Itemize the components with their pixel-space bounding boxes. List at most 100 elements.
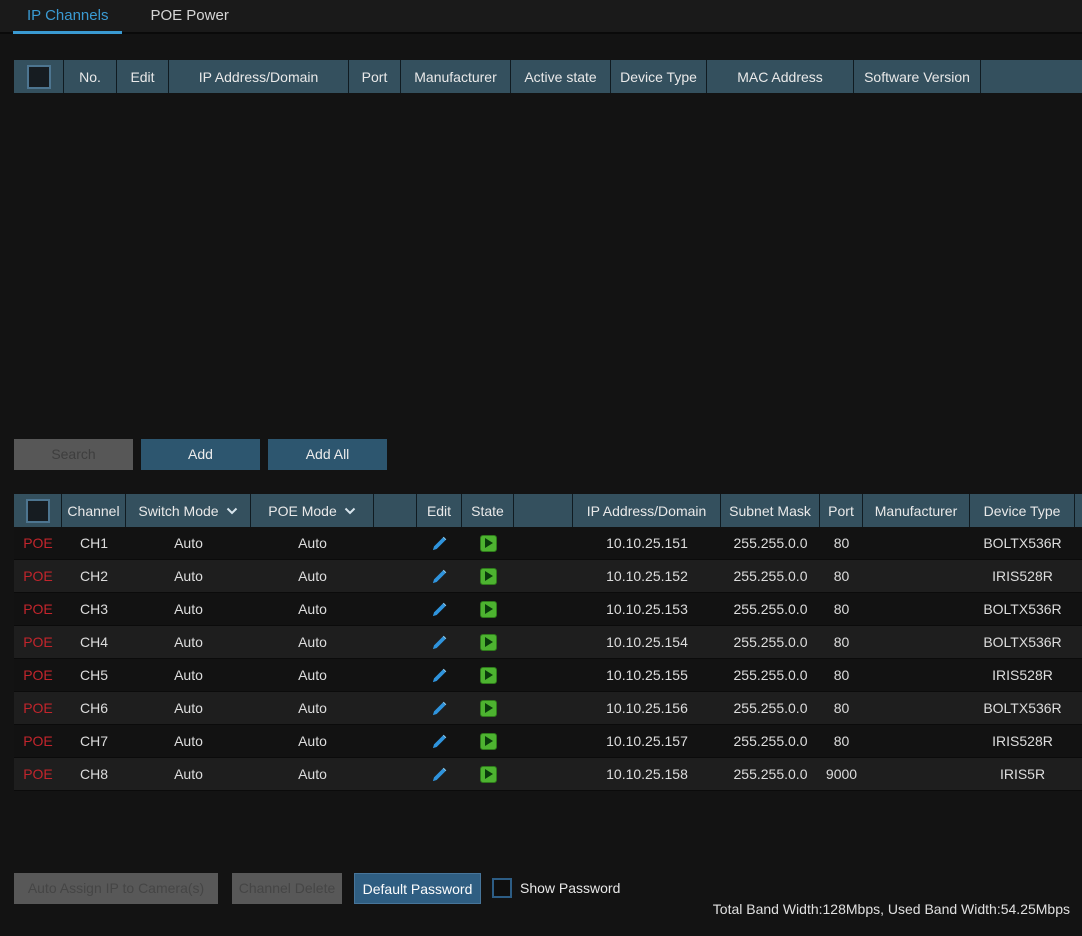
channel-delete-button[interactable]: Channel Delete (232, 873, 342, 904)
discovery-select-all-cell (14, 60, 64, 93)
channel-col-subnet-mask: Subnet Mask (721, 494, 820, 527)
cell-manufacturer (863, 758, 970, 790)
auto-assign-ip-button[interactable]: Auto Assign IP to Camera(s) (14, 873, 218, 904)
cell-switch-mode: Auto (126, 758, 251, 790)
cell-manufacturer (863, 626, 970, 658)
edit-pencil-icon[interactable] (431, 700, 448, 717)
default-password-button[interactable]: Default Password (354, 873, 481, 904)
discovery-col-active-state: Active state (511, 60, 611, 93)
discovery-col-spacer (981, 60, 1082, 93)
search-button[interactable]: Search (14, 439, 133, 470)
cell-ip: 10.10.25.157 (573, 725, 721, 757)
channel-select-all-checkbox[interactable] (26, 499, 50, 523)
cell-port: 80 (820, 593, 863, 625)
channel-col-switch-mode[interactable]: Switch Mode (126, 494, 251, 527)
edit-pencil-icon[interactable] (431, 733, 448, 750)
cell-subnet-mask: 255.255.0.0 (721, 626, 820, 658)
channel-table-header: Channel Switch Mode POE Mode Edit State … (14, 494, 1082, 527)
cell-manufacturer (863, 725, 970, 757)
state-play-icon[interactable] (480, 700, 497, 717)
edit-pencil-icon[interactable] (431, 667, 448, 684)
cell-subnet-mask: 255.255.0.0 (721, 560, 820, 592)
cell-subnet-mask: 255.255.0.0 (721, 692, 820, 724)
cell-device-type: BOLTX536R (970, 527, 1075, 559)
show-password-checkbox[interactable] (492, 878, 512, 898)
cell-device-type: BOLTX536R (970, 593, 1075, 625)
discovery-select-all-checkbox[interactable] (27, 65, 51, 89)
tab-poe-power[interactable]: POE Power (136, 0, 242, 34)
poe-badge: POE (14, 527, 62, 559)
table-row: POE CH4 Auto Auto 10.10.25.154 255.255.0… (14, 626, 1082, 659)
tab-ip-channels-label: IP Channels (27, 7, 108, 24)
state-play-icon[interactable] (480, 634, 497, 651)
cell-ip: 10.10.25.151 (573, 527, 721, 559)
discovery-table-header: No. Edit IP Address/Domain Port Manufact… (14, 60, 1082, 93)
cell-subnet-mask: 255.255.0.0 (721, 725, 820, 757)
poe-badge: POE (14, 692, 62, 724)
cell-channel: CH7 (62, 725, 126, 757)
edit-pencil-icon[interactable] (431, 766, 448, 783)
cell-port: 80 (820, 527, 863, 559)
table-row: POE CH6 Auto Auto 10.10.25.156 255.255.0… (14, 692, 1082, 725)
poe-badge: POE (14, 725, 62, 757)
table-row: POE CH5 Auto Auto 10.10.25.155 255.255.0… (14, 659, 1082, 692)
cell-switch-mode: Auto (126, 692, 251, 724)
bandwidth-status: Total Band Width:128Mbps, Used Band Widt… (713, 901, 1070, 917)
cell-manufacturer (863, 527, 970, 559)
cell-switch-mode: Auto (126, 626, 251, 658)
cell-channel: CH4 (62, 626, 126, 658)
poe-badge: POE (14, 758, 62, 790)
state-play-icon[interactable] (480, 733, 497, 750)
cell-poe-mode: Auto (251, 560, 374, 592)
state-play-icon[interactable] (480, 535, 497, 552)
channel-col-device-type: Device Type (970, 494, 1075, 527)
edit-pencil-icon[interactable] (431, 568, 448, 585)
cell-ip: 10.10.25.156 (573, 692, 721, 724)
discovery-col-port: Port (349, 60, 401, 93)
edit-pencil-icon[interactable] (431, 634, 448, 651)
cell-channel: CH5 (62, 659, 126, 691)
cell-switch-mode: Auto (126, 659, 251, 691)
channel-table-body: POE CH1 Auto Auto 10.10.25.151 255.255.0… (14, 527, 1082, 791)
cell-poe-mode: Auto (251, 758, 374, 790)
cell-poe-mode: Auto (251, 659, 374, 691)
poe-badge: POE (14, 626, 62, 658)
edit-pencil-icon[interactable] (431, 601, 448, 618)
table-row: POE CH7 Auto Auto 10.10.25.157 255.255.0… (14, 725, 1082, 758)
cell-channel: CH2 (62, 560, 126, 592)
cell-poe-mode: Auto (251, 593, 374, 625)
cell-poe-mode: Auto (251, 527, 374, 559)
tab-poe-power-label: POE Power (150, 7, 228, 24)
edit-pencil-icon[interactable] (431, 535, 448, 552)
tab-bar: IP Channels POE Power (0, 0, 1082, 34)
cell-device-type: IRIS528R (970, 560, 1075, 592)
state-play-icon[interactable] (480, 568, 497, 585)
cell-subnet-mask: 255.255.0.0 (721, 758, 820, 790)
table-row: POE CH2 Auto Auto 10.10.25.152 255.255.0… (14, 560, 1082, 593)
tab-ip-channels[interactable]: IP Channels (13, 0, 122, 34)
state-play-icon[interactable] (480, 601, 497, 618)
channel-col-port: Port (820, 494, 863, 527)
poe-badge: POE (14, 659, 62, 691)
show-password-label: Show Password (520, 873, 620, 904)
cell-subnet-mask: 255.255.0.0 (721, 527, 820, 559)
switch-mode-label: Switch Mode (138, 503, 218, 519)
state-play-icon[interactable] (480, 667, 497, 684)
state-play-icon[interactable] (480, 766, 497, 783)
cell-port: 80 (820, 560, 863, 592)
add-button[interactable]: Add (141, 439, 260, 470)
channel-col-manufacturer: Manufacturer (863, 494, 970, 527)
add-all-button[interactable]: Add All (268, 439, 387, 470)
cell-port: 80 (820, 692, 863, 724)
ip-channels-screen: IP Channels POE Power No. Edit IP Addres… (0, 0, 1082, 936)
channel-col-poe-mode[interactable]: POE Mode (251, 494, 374, 527)
cell-ip: 10.10.25.153 (573, 593, 721, 625)
discovery-col-no: No. (64, 60, 117, 93)
channel-col-spacer-2 (514, 494, 573, 527)
discovery-col-ip: IP Address/Domain (169, 60, 349, 93)
cell-port: 9000 (820, 758, 863, 790)
channel-col-spacer-1 (374, 494, 417, 527)
cell-device-type: IRIS528R (970, 725, 1075, 757)
cell-ip: 10.10.25.154 (573, 626, 721, 658)
cell-manufacturer (863, 692, 970, 724)
